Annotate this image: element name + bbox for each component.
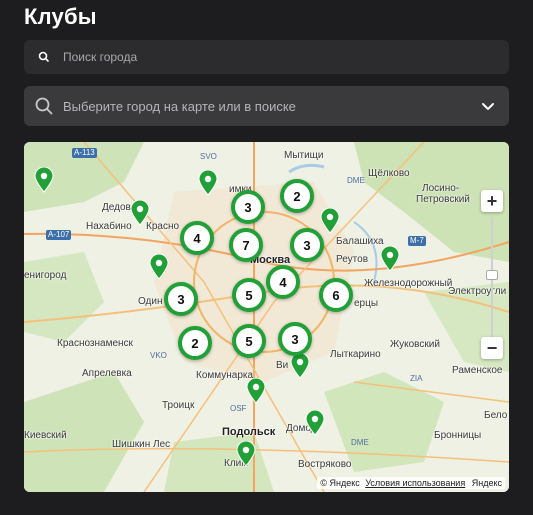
map-label: Бело bbox=[484, 410, 508, 421]
page-title: Клубы bbox=[24, 4, 97, 29]
map-label: Реутов bbox=[336, 254, 369, 265]
city-select[interactable]: Выберите город на карте или в поиске bbox=[24, 86, 509, 126]
zoom-in-button[interactable]: + bbox=[481, 190, 503, 212]
map-label: OSF bbox=[230, 404, 247, 413]
location-pin-icon[interactable] bbox=[380, 246, 400, 272]
clubs-map[interactable]: A-113 SVO Мытищи Щёлково Лосино- Петровс… bbox=[24, 142, 509, 492]
map-label: VKO bbox=[150, 351, 167, 360]
map-label: A-113 bbox=[72, 148, 97, 158]
map-label: Щёлково bbox=[368, 168, 410, 179]
club-cluster[interactable]: 3 bbox=[164, 282, 198, 316]
location-pin-icon[interactable] bbox=[290, 353, 310, 379]
map-label: SVO bbox=[200, 152, 217, 161]
club-cluster[interactable]: 7 bbox=[229, 228, 263, 262]
club-cluster[interactable]: 6 bbox=[319, 278, 353, 312]
city-select-placeholder: Выберите город на карте или в поиске bbox=[63, 98, 296, 114]
map-label: Подольск bbox=[222, 426, 276, 438]
location-pin-icon[interactable] bbox=[34, 167, 54, 193]
map-label: енигород bbox=[24, 270, 67, 281]
search-icon bbox=[34, 96, 54, 116]
map-label: Ви bbox=[276, 360, 289, 371]
location-pin-icon[interactable] bbox=[320, 208, 340, 234]
map-label: Киевский bbox=[24, 430, 67, 441]
map-label: DME bbox=[347, 176, 365, 185]
map-label: Шишкин Лес bbox=[112, 439, 171, 450]
location-pin-icon[interactable] bbox=[246, 378, 266, 404]
club-cluster[interactable]: 3 bbox=[278, 322, 312, 356]
location-pin-icon[interactable] bbox=[305, 410, 325, 436]
map-label: Краснознаменск bbox=[57, 338, 133, 349]
map-label: Востряково bbox=[298, 459, 352, 470]
location-pin-icon[interactable] bbox=[236, 441, 256, 467]
map-label: Троицк bbox=[162, 400, 195, 411]
map-label: A-107 bbox=[46, 230, 72, 240]
club-cluster[interactable]: 3 bbox=[231, 190, 265, 224]
map-label: Электроугли bbox=[448, 286, 507, 297]
zoom-out-button[interactable]: − bbox=[481, 337, 503, 359]
copyright-text: © Яндекс bbox=[320, 478, 360, 488]
location-pin-icon[interactable] bbox=[149, 254, 169, 280]
club-cluster[interactable]: 2 bbox=[178, 326, 212, 360]
map-label: ерцы bbox=[354, 298, 379, 309]
map-label: M-7 bbox=[408, 236, 426, 246]
club-cluster[interactable]: 5 bbox=[232, 324, 266, 358]
map-label: Петровский bbox=[416, 194, 470, 205]
map-label: DME bbox=[351, 438, 369, 447]
location-pin-icon[interactable] bbox=[130, 200, 150, 226]
chevron-down-icon[interactable] bbox=[480, 98, 496, 114]
terms-link[interactable]: Условия использования bbox=[365, 478, 465, 488]
club-cluster[interactable]: 4 bbox=[266, 265, 300, 299]
map-label: Жуковский bbox=[390, 339, 440, 350]
map-label: Бронницы bbox=[434, 430, 482, 441]
city-search-input[interactable]: Поиск города bbox=[24, 40, 509, 74]
map-label: Нахабино bbox=[86, 221, 132, 232]
club-cluster[interactable]: 3 bbox=[290, 228, 324, 262]
search-placeholder: Поиск города bbox=[63, 50, 138, 64]
yandex-logo: Яндекс bbox=[471, 478, 502, 488]
map-label: ZIA bbox=[410, 374, 423, 383]
club-cluster[interactable]: 5 bbox=[232, 278, 266, 312]
map-label: Коммунарка bbox=[196, 370, 254, 381]
map-label: Железнодорожный bbox=[364, 278, 453, 289]
search-icon bbox=[37, 50, 51, 64]
map-label: Лыткарино bbox=[330, 349, 381, 360]
map-label: Апрелевка bbox=[82, 368, 132, 379]
map-label: Красно bbox=[146, 221, 180, 232]
location-pin-icon[interactable] bbox=[198, 170, 218, 196]
club-cluster[interactable]: 2 bbox=[280, 179, 314, 213]
map-label: Мытищи bbox=[284, 150, 324, 161]
zoom-slider-handle[interactable] bbox=[486, 270, 498, 280]
map-label: Лосино- bbox=[422, 183, 460, 194]
map-label: Балашиха bbox=[336, 236, 384, 247]
map-label: Один bbox=[138, 296, 163, 307]
club-cluster[interactable]: 4 bbox=[180, 221, 214, 255]
map-copyright: © Яндекс Условия использования Яндекс bbox=[317, 477, 505, 489]
map-label: Раменское bbox=[452, 365, 503, 376]
